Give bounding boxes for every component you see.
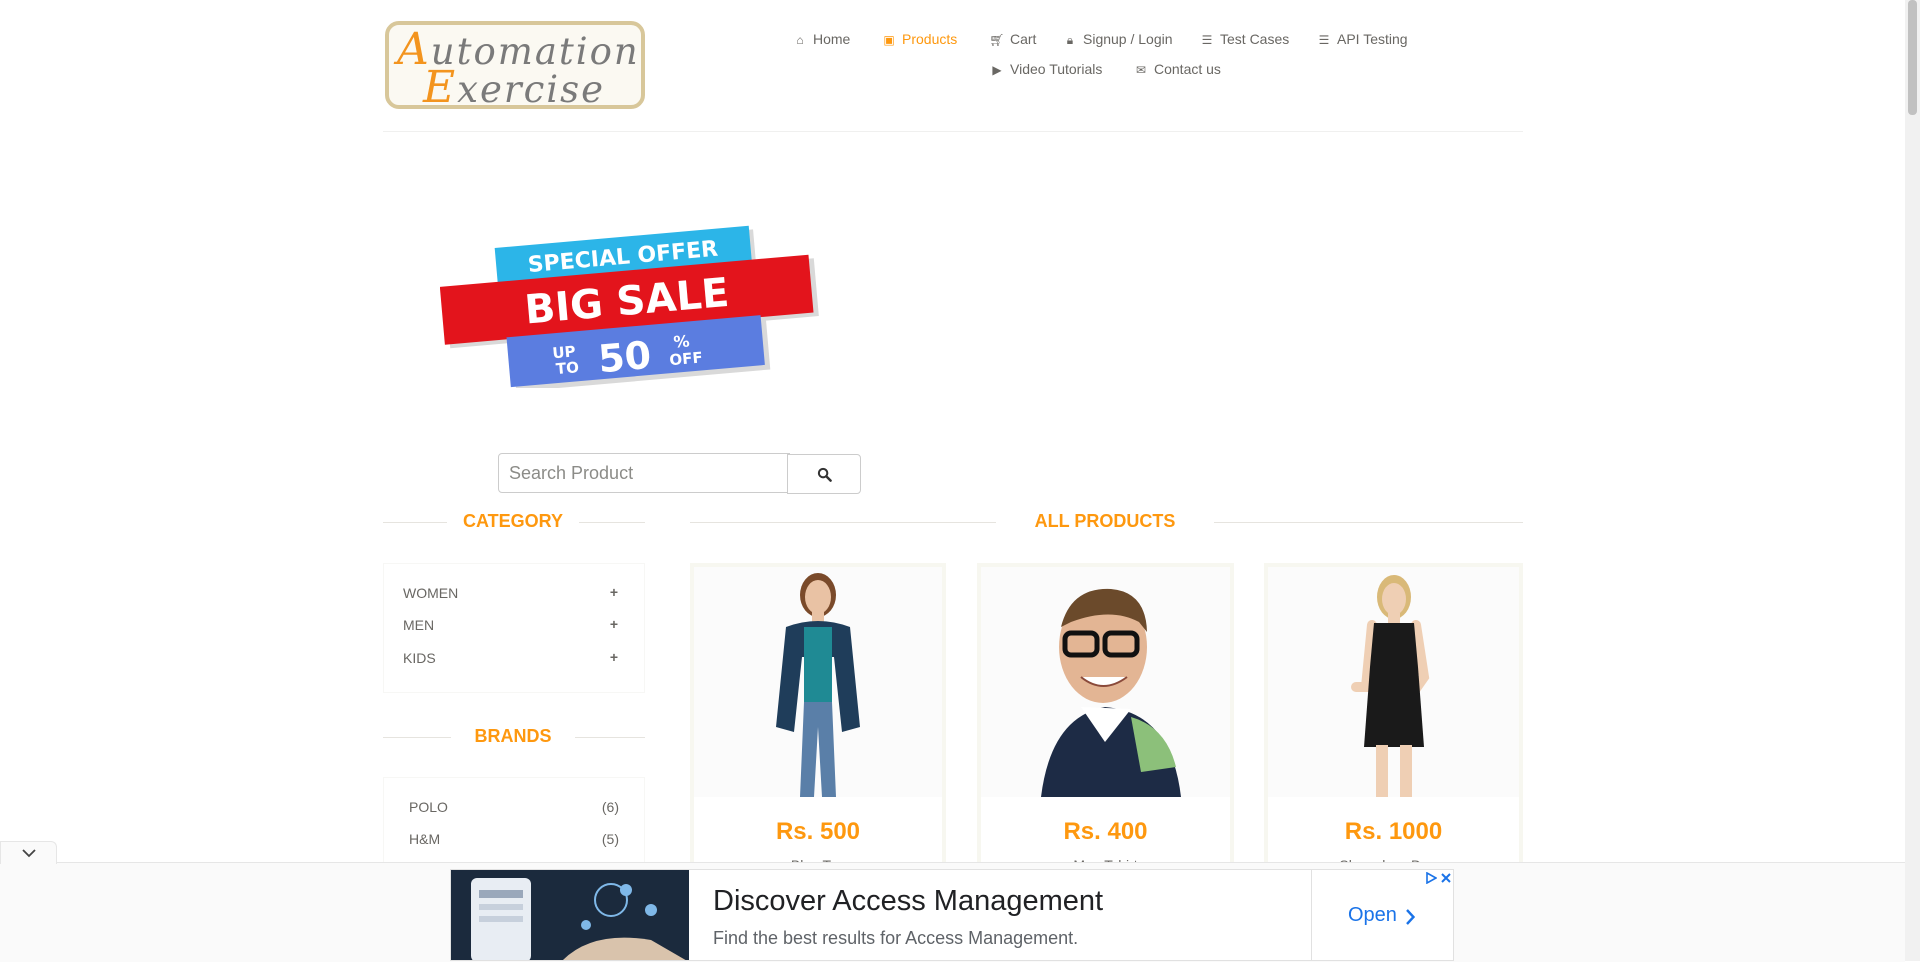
ad-title[interactable]: Discover Access Management — [713, 885, 1103, 918]
svg-text:OFF: OFF — [669, 348, 704, 369]
products-line-left — [690, 522, 996, 523]
nav-video-tutorials[interactable]: ▶ Video Tutorials — [989, 61, 1102, 77]
products-line-right — [1214, 522, 1523, 523]
product-price: Rs. 500 — [775, 818, 861, 845]
brand-polo[interactable]: POLO — [409, 799, 448, 815]
expand-women-icon[interactable]: + — [610, 584, 618, 600]
product-photo-sleeveless-dress — [1268, 567, 1519, 797]
cart-icon: 🛒︎ — [989, 33, 1005, 47]
chevron-down-icon — [21, 848, 36, 857]
product-price: Rs. 1000 — [1344, 818, 1443, 845]
category-line-right — [579, 522, 645, 523]
search-icon — [817, 467, 832, 482]
logo-line-2: Exercise — [423, 62, 606, 113]
nav-cart[interactable]: 🛒︎ Cart — [989, 31, 1036, 47]
brands-line-left — [383, 737, 451, 738]
scrollbar-thumb[interactable] — [1908, 0, 1917, 115]
ad-description: Find the best results for Access Managem… — [713, 928, 1079, 948]
expand-kids-icon[interactable]: + — [610, 649, 618, 665]
product-card: Rs. 500 Blue Top — [690, 563, 946, 873]
product-card: Rs. 1000 Sleeveless Dress — [1264, 563, 1523, 873]
search-input[interactable] — [498, 453, 790, 493]
product-card: Rs. 400 Men Tshirt — [977, 563, 1234, 873]
all-products-title: ALL PRODUCTS — [1034, 511, 1176, 531]
product-photo-men-tshirt — [981, 567, 1230, 797]
envelope-icon: ✉ — [1135, 63, 1147, 77]
nav-api-testing[interactable]: ☰ API Testing — [1316, 31, 1408, 47]
youtube-icon: ▶ — [992, 63, 1002, 77]
product-image[interactable] — [1268, 567, 1519, 797]
category-panel: WOMEN + MEN + KIDS + — [383, 563, 645, 693]
expand-men-icon[interactable]: + — [610, 616, 618, 632]
category-women[interactable]: WOMEN — [403, 585, 458, 601]
nav-contact-us[interactable]: ✉ Contact us — [1133, 61, 1221, 77]
home-icon: ⌂ — [796, 33, 804, 47]
brand-polo-count: (6) — [601, 799, 619, 815]
header-divider — [383, 131, 1523, 132]
category-kids[interactable]: KIDS — [403, 650, 436, 666]
nav-home[interactable]: ⌂ Home — [792, 31, 850, 47]
lock-icon: 🔒︎ — [1066, 33, 1074, 47]
svg-text:50: 50 — [596, 333, 653, 381]
svg-text:TO: TO — [555, 358, 579, 378]
brands-title: BRANDS — [474, 726, 552, 746]
chevron-right-icon — [1406, 909, 1415, 925]
ad-image — [451, 870, 689, 960]
close-ad-icon[interactable] — [1440, 872, 1452, 884]
product-photo-blue-top — [694, 567, 942, 797]
brands-panel: POLO (6) H&M (5) — [383, 777, 645, 867]
list-icon: ☰ — [1201, 33, 1213, 47]
product-image[interactable] — [694, 567, 942, 797]
category-line-left — [383, 522, 447, 523]
sale-banner: SPECIAL OFFER BIG SALE UP TO 50 % OFF — [440, 225, 819, 388]
category-title: CATEGORY — [462, 511, 563, 531]
ad-collapse-button[interactable] — [0, 841, 57, 864]
brand-hm[interactable]: H&M — [409, 831, 440, 847]
ad-open-label: Open — [1348, 904, 1397, 926]
adchoices-icon[interactable] — [1425, 872, 1437, 884]
list-icon: ☰ — [1318, 33, 1330, 47]
site-logo[interactable]: Automation Exercise — [385, 21, 645, 113]
ad-banner[interactable]: Discover Access Management Find the best… — [450, 869, 1454, 961]
products-icon: ▣ — [883, 33, 895, 47]
category-men[interactable]: MEN — [403, 617, 434, 633]
nav-test-cases[interactable]: ☰ Test Cases — [1199, 31, 1290, 47]
nav-signup-login[interactable]: 🔒︎ Signup / Login — [1062, 31, 1173, 48]
brands-line-right — [575, 737, 645, 738]
product-image[interactable] — [981, 567, 1230, 797]
nav-products[interactable]: ▣ Products — [881, 31, 957, 47]
search-button[interactable] — [787, 454, 861, 494]
brand-hm-count: (5) — [601, 831, 619, 847]
page-scrollbar[interactable] — [1905, 0, 1920, 961]
product-price: Rs. 400 — [1063, 818, 1148, 845]
